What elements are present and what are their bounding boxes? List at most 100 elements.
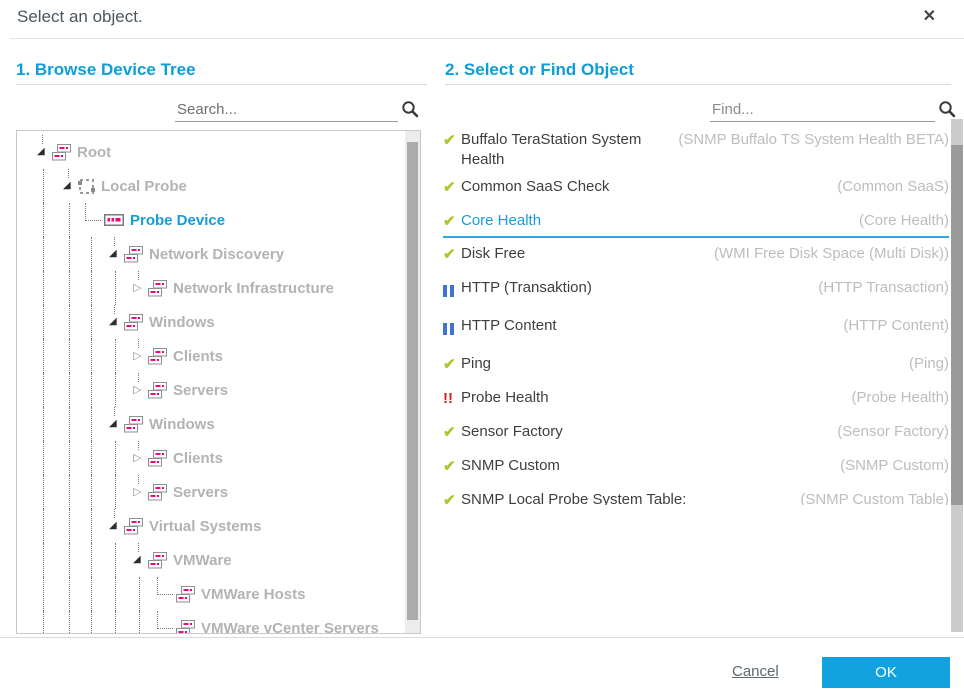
expand-icon[interactable]: ▷ — [133, 351, 148, 362]
tree-node-label: Root — [77, 144, 111, 161]
tree-node[interactable]: ◢Virtual Systems — [17, 509, 405, 543]
collapse-icon[interactable]: ◢ — [109, 249, 124, 259]
list-item[interactable]: ✔Ping(Ping) — [443, 348, 949, 382]
search-input-wrap — [175, 97, 398, 122]
list-item[interactable]: ✔Core Health(Core Health) — [443, 205, 949, 238]
list-item[interactable]: ✔Disk Free(WMI Free Disk Space (Multi Di… — [443, 238, 949, 272]
tree-guide-line — [69, 543, 70, 577]
object-name: Probe Health — [461, 388, 851, 408]
tree-node-label: VMWare — [173, 552, 232, 569]
group-icon — [124, 246, 143, 263]
tree-guide-line — [138, 441, 139, 450]
tree-guide-line — [69, 407, 70, 441]
tree-guide-line — [138, 271, 139, 280]
expand-icon[interactable]: ▷ — [133, 453, 148, 464]
ok-check-icon: ✔ — [443, 130, 461, 151]
tree-node[interactable]: ▷Servers — [17, 475, 405, 509]
tree-guide-line — [68, 169, 69, 178]
tree-guide-line — [43, 169, 44, 203]
object-name: Ping — [461, 354, 909, 374]
tree-guide-line — [91, 305, 92, 339]
expand-icon[interactable]: ▷ — [133, 487, 148, 498]
tree-node-label: Network Infrastructure — [173, 280, 334, 297]
tree-node[interactable]: ◢ Root — [17, 135, 405, 169]
tree-guide-line — [43, 611, 44, 634]
expand-icon[interactable]: ▷ — [133, 385, 148, 396]
tree-connector — [157, 577, 173, 595]
list-item[interactable]: ✔Sensor Factory(Sensor Factory) — [443, 416, 949, 450]
tree-guide-line — [69, 339, 70, 373]
tree-guide-line — [69, 203, 70, 237]
tree-node[interactable]: VMWare vCenter Servers — [17, 611, 405, 634]
tree-guide-line — [91, 407, 92, 441]
list-item[interactable]: ✔Common SaaS Check(Common SaaS) — [443, 171, 949, 205]
tree-scrollbar-thumb[interactable] — [407, 142, 418, 620]
object-type-label: (SNMP Custom) — [840, 456, 949, 476]
search-input[interactable] — [175, 97, 402, 121]
tree-guide-line — [91, 475, 92, 509]
group-icon — [124, 416, 143, 433]
tree-node[interactable]: ◢ VMWare — [17, 543, 405, 577]
expand-icon[interactable]: ▷ — [133, 283, 148, 294]
tree-guide-line — [43, 237, 44, 271]
close-icon[interactable]: ✕ — [923, 6, 936, 26]
tree-guide-line — [115, 577, 116, 611]
collapse-icon[interactable]: ◢ — [63, 181, 78, 191]
group-icon — [148, 382, 167, 399]
list-item[interactable]: !!Probe Health(Probe Health) — [443, 382, 949, 416]
object-type-label: (Common SaaS) — [837, 177, 949, 197]
tree-node[interactable]: ◢Network Discovery — [17, 237, 405, 271]
list-item[interactable]: HTTP (Transaktion)(HTTP Transaction) — [443, 272, 949, 310]
tree-guide-line — [114, 237, 115, 246]
tree-node-label: Servers — [173, 382, 228, 399]
tree-guide-line — [91, 271, 92, 305]
list-item[interactable]: ✔SNMP Local Probe System Table: hrDiskSt… — [443, 484, 949, 505]
cancel-button[interactable]: Cancel — [732, 663, 779, 680]
object-type-label: (SNMP Buffalo TS System Health BETA) — [678, 130, 949, 150]
tree-guide-line — [91, 441, 92, 475]
tree-node[interactable]: ◢Local Probe — [17, 169, 405, 203]
find-input[interactable] — [710, 97, 939, 121]
collapse-icon[interactable]: ◢ — [37, 147, 52, 157]
ok-check-icon: ✔ — [443, 177, 461, 198]
tree-guide-line — [43, 339, 44, 373]
group-icon — [176, 620, 195, 635]
find-input-wrap — [710, 97, 935, 122]
tree-guide-line — [139, 577, 140, 611]
collapse-icon[interactable]: ◢ — [109, 317, 124, 327]
tree-node[interactable]: VMWare Hosts — [17, 577, 405, 611]
tree-guide-line — [42, 135, 43, 144]
tree-node[interactable]: Probe Device — [17, 203, 405, 237]
tree-guide-line — [115, 339, 116, 373]
tree-guide-line — [43, 475, 44, 509]
collapse-icon[interactable]: ◢ — [133, 555, 148, 565]
tree-node-label: Probe Device — [130, 212, 225, 229]
ok-button[interactable]: OK — [822, 657, 950, 688]
tree-guide-line — [91, 237, 92, 271]
tree-node[interactable]: ◢Windows — [17, 305, 405, 339]
collapse-icon[interactable]: ◢ — [109, 521, 124, 531]
list-scrollbar[interactable] — [951, 119, 963, 632]
list-item[interactable]: ✔Buffalo TeraStation System Health(SNMP … — [443, 124, 949, 171]
tree-node[interactable]: ▷ Servers — [17, 373, 405, 407]
object-type-label: (HTTP Transaction) — [818, 278, 949, 298]
tree-node[interactable]: ▷ Network Infrastructure — [17, 271, 405, 305]
tree-guide-line — [69, 475, 70, 509]
tree-guide-line — [69, 577, 70, 611]
list-item[interactable]: HTTP Content(HTTP Content) — [443, 310, 949, 348]
object-name: HTTP Content — [461, 316, 843, 336]
tree-node[interactable]: ▷Clients — [17, 339, 405, 373]
collapse-icon[interactable]: ◢ — [109, 419, 124, 429]
object-name: Buffalo TeraStation System Health — [461, 130, 678, 170]
ok-check-icon: ✔ — [443, 456, 461, 477]
object-type-label: (Sensor Factory) — [837, 422, 949, 442]
tree-node[interactable]: ◢Windows — [17, 407, 405, 441]
list-scrollbar-thumb[interactable] — [951, 145, 963, 505]
object-list: ✔Buffalo TeraStation System Health(SNMP … — [443, 124, 949, 505]
tree-node[interactable]: ▷Clients — [17, 441, 405, 475]
tree-guide-line — [114, 407, 115, 416]
search-icon[interactable] — [401, 100, 419, 123]
ok-check-icon: ✔ — [443, 490, 461, 505]
list-item[interactable]: ✔SNMP Custom(SNMP Custom) — [443, 450, 949, 484]
tree-scrollbar[interactable] — [405, 131, 420, 633]
